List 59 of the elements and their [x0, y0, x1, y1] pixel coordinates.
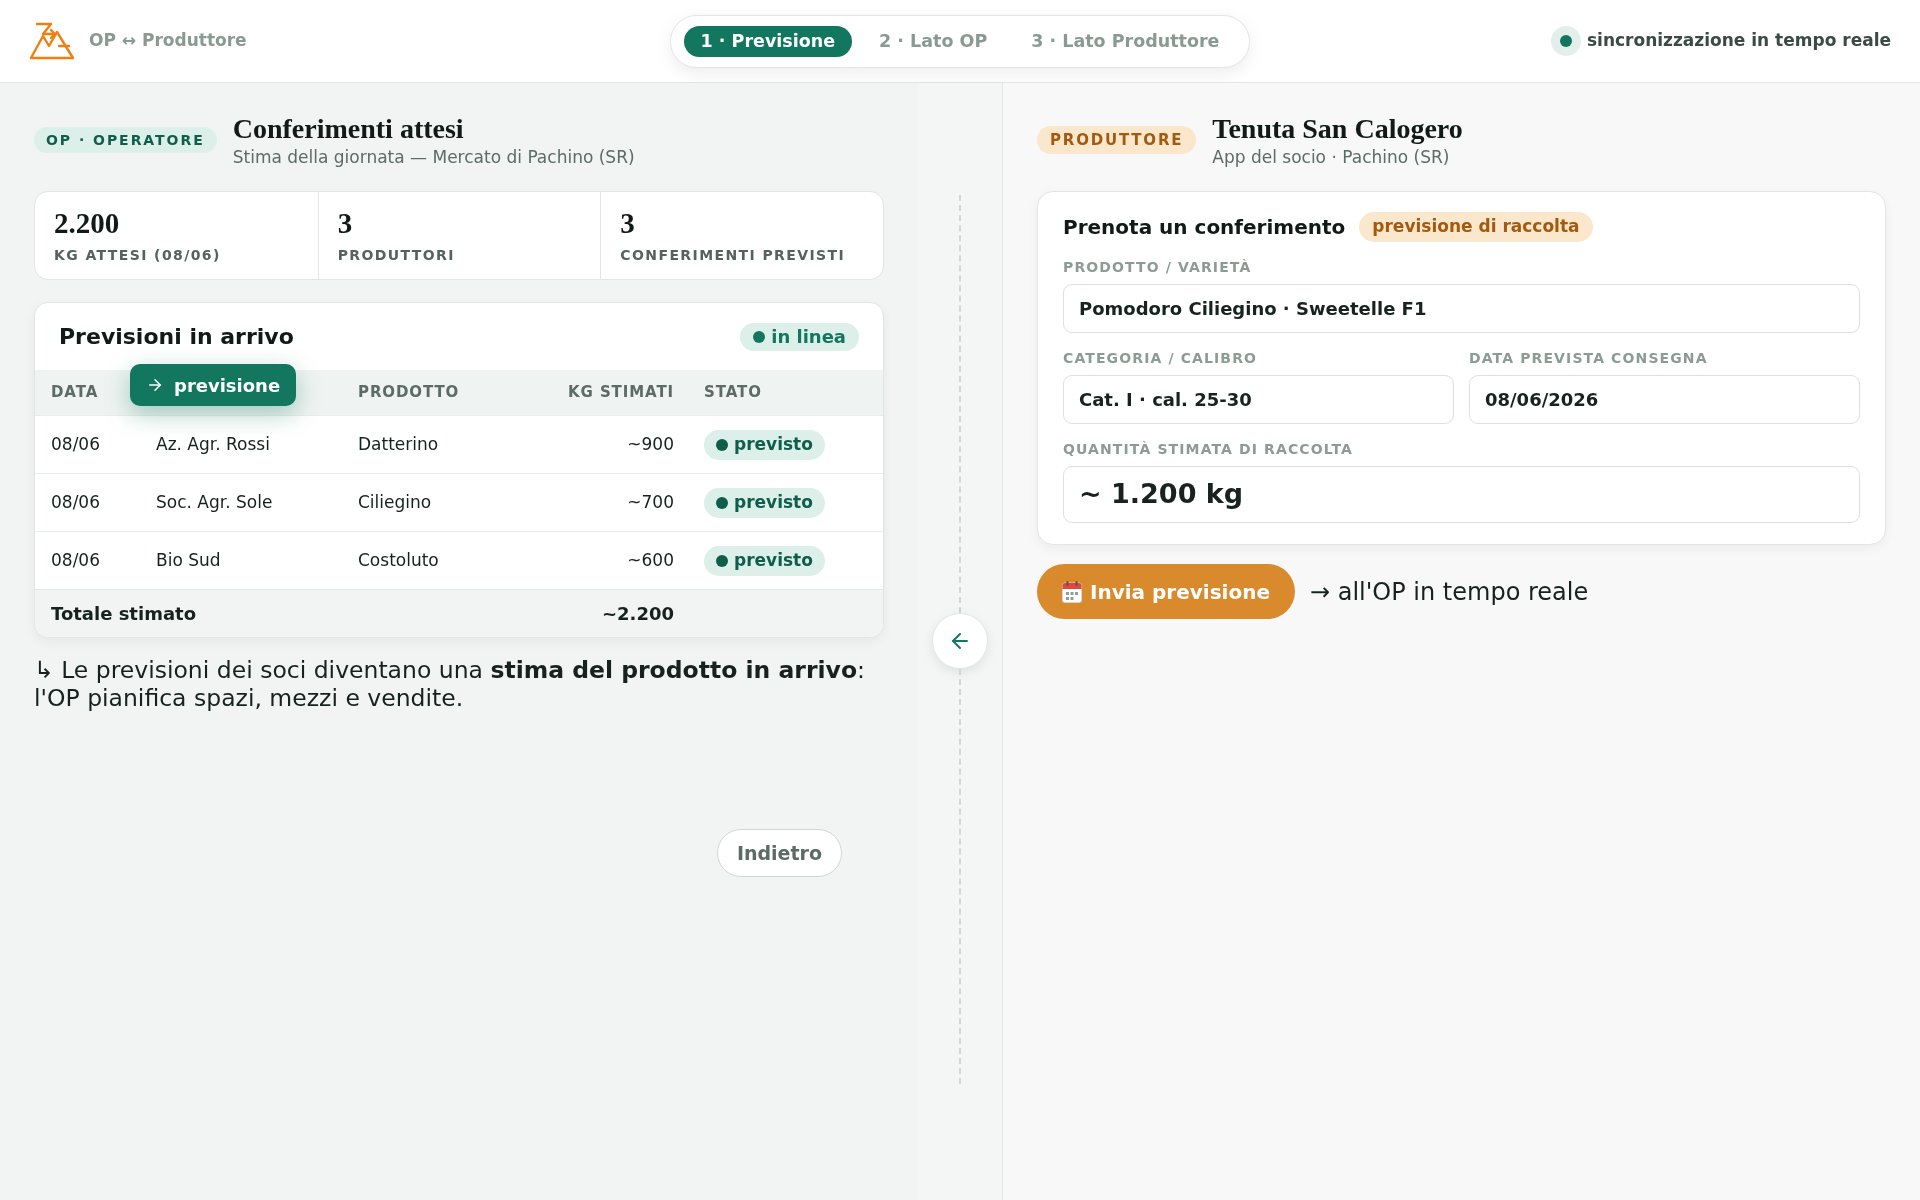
- stat-label: CONFERIMENTI PREVISTI: [620, 246, 847, 264]
- step-tab[interactable]: 2 · Lato OP: [862, 25, 1005, 57]
- table-cell-text: ~600: [626, 548, 674, 572]
- tooltip-label: previsione: [174, 373, 281, 398]
- input-field[interactable]: Cat. I · cal. 25-30: [1063, 375, 1454, 424]
- step-tab[interactable]: 1 · Previsione: [683, 25, 853, 57]
- table-cell-text: 08/06: [51, 432, 101, 456]
- table-cell-text: Soc. Agr. Sole: [156, 490, 274, 514]
- column-header: STATO: [703, 382, 763, 404]
- online-label: in linea: [771, 325, 846, 349]
- note-text: ↳ Le previsioni dei soci diventano una stima del prodotto in arrivo: l'OP pianifica spazi, mezzi e vendite.: [34, 656, 866, 712]
- stat-value: 3: [337, 206, 354, 240]
- form-title: Prenota un conferimento: [1063, 214, 1346, 241]
- column-header: KG STIMATI: [567, 382, 674, 404]
- column-header: DATA: [51, 382, 100, 404]
- submit-note: → all'OP in tempo reale: [1310, 576, 1589, 608]
- input-field[interactable]: Pomodoro Ciliegino · Sweetelle F1: [1063, 284, 1860, 333]
- sync-status-icon: [1550, 26, 1581, 56]
- arrow-right-icon: [146, 376, 164, 394]
- table-cell-text: 08/06: [51, 490, 101, 514]
- panel-subtitle: Stima della giornata — Mercato di Pachino (SR): [232, 146, 635, 168]
- logo-icon: [29, 22, 76, 60]
- table-cell-text: ~900: [626, 432, 674, 456]
- table-cell-text: ~700: [626, 490, 674, 514]
- table-cell-text: Datterino: [358, 432, 440, 456]
- step-tab[interactable]: 3 · Lato Produttore: [1014, 25, 1237, 57]
- role-tag: PRODUTTORE: [1037, 126, 1197, 154]
- field-label: CATEGORIA / CALIBRO: [1063, 349, 1259, 367]
- back-button[interactable]: Indietro: [716, 829, 842, 877]
- stat-value: 3: [620, 206, 636, 240]
- card-title: Previsioni in arrivo: [59, 323, 294, 351]
- status-label: previsto: [734, 432, 813, 456]
- status-label: previsto: [734, 490, 813, 514]
- table-cell-text: 08/06: [51, 548, 101, 572]
- total-label: Totale stimato: [51, 602, 197, 626]
- stat-label: PRODUTTORI: [337, 246, 456, 264]
- input-field[interactable]: 08/06/2026: [1469, 375, 1860, 424]
- total-value: ~2.200: [600, 602, 674, 626]
- table-cell-text: Costoluto: [358, 548, 440, 572]
- role-tag: OP · OPERATORE: [34, 127, 217, 153]
- table-cell-text: Ciliegino: [358, 490, 433, 514]
- calendar-icon: [1062, 580, 1082, 603]
- table-cell-text: Bio Sud: [156, 548, 222, 572]
- column-header: PRODOTTO: [358, 382, 461, 404]
- stat-label: KG ATTESI (08/06): [54, 246, 222, 264]
- sync-label: sincronizzazione in tempo reale: [1586, 29, 1891, 53]
- table-cell-text: Az. Agr. Rossi: [156, 432, 271, 456]
- forecast-tag: previsione di raccolta: [1359, 212, 1593, 242]
- panel-title: Tenuta San Calogero: [1212, 112, 1463, 146]
- panel-title: Conferimenti attesi: [232, 112, 465, 146]
- field-label: QUANTITÀ STIMATA DI RACCOLTA: [1063, 440, 1355, 458]
- status-label: previsto: [734, 548, 813, 572]
- input-field[interactable]: ~ 1.200 kg: [1063, 466, 1860, 523]
- app-title: OP ↔ Produttore: [89, 29, 247, 53]
- arrow-left-icon: [932, 613, 988, 669]
- stat-value: 2.200: [54, 206, 121, 240]
- field-label: DATA PREVISTA CONSEGNA: [1469, 349, 1709, 367]
- panel-subtitle: App del socio · Pachino (SR): [1212, 146, 1451, 168]
- field-label: PRODOTTO / VARIETÀ: [1063, 258, 1253, 276]
